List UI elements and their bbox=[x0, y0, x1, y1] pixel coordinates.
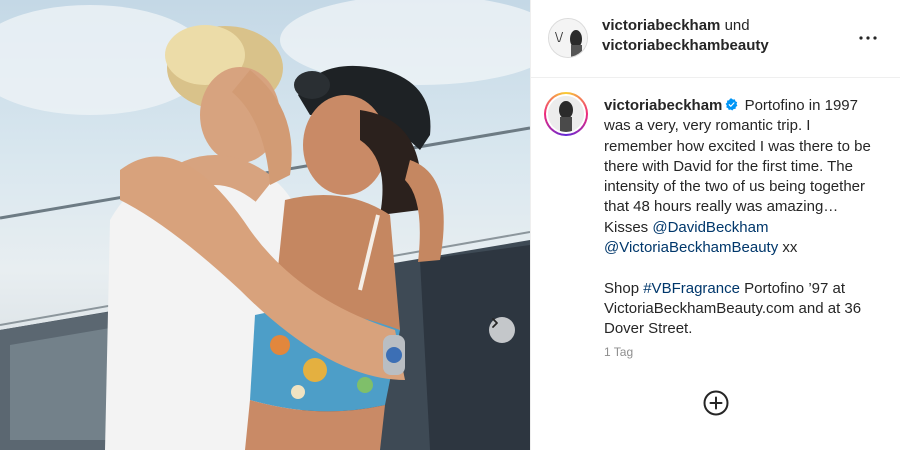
photo-illustration bbox=[0, 0, 530, 450]
add-circle-icon bbox=[703, 390, 729, 416]
mention-david[interactable]: @DavidBeckham bbox=[652, 219, 768, 236]
post-authors: victoriabeckham und victoriabeckhambeaut… bbox=[602, 16, 769, 56]
caption-username[interactable]: victoriabeckham bbox=[604, 97, 722, 114]
caption-text: Portofino in 1997 was a very, very roman… bbox=[604, 97, 871, 236]
author-secondary[interactable]: victoriabeckhambeauty bbox=[602, 37, 769, 54]
hashtag-vbfragrance[interactable]: #VBFragrance bbox=[643, 280, 740, 297]
author-primary[interactable]: victoriabeckham bbox=[602, 17, 720, 34]
avatar[interactable]: \/ bbox=[548, 18, 588, 58]
author-connector: und bbox=[724, 17, 750, 34]
post-details-panel: \/ victoriabeckham und victoriabeckhambe… bbox=[530, 0, 900, 450]
post-header: \/ victoriabeckham und victoriabeckhambe… bbox=[531, 0, 900, 78]
shop-prefix: Shop bbox=[604, 279, 640, 297]
caption-sign-off: xx bbox=[782, 239, 798, 257]
avatar-image: \/ bbox=[549, 19, 587, 57]
caption-avatar-image bbox=[548, 96, 584, 132]
svg-text:\/: \/ bbox=[555, 30, 564, 44]
chevron-right-icon bbox=[492, 318, 498, 328]
next-image-button[interactable] bbox=[489, 317, 515, 343]
add-comment-button[interactable] bbox=[703, 390, 729, 416]
more-options-icon[interactable] bbox=[858, 28, 878, 48]
post-photo[interactable] bbox=[0, 0, 530, 450]
caption-avatar[interactable] bbox=[544, 92, 588, 136]
post-caption: victoriabeckham Portofino in 1997 was a … bbox=[604, 96, 882, 340]
post-timestamp[interactable]: 1 Tag bbox=[604, 345, 633, 359]
mention-vb-beauty[interactable]: @VictoriaBeckhamBeauty bbox=[604, 239, 778, 256]
verified-badge-icon bbox=[726, 98, 738, 111]
